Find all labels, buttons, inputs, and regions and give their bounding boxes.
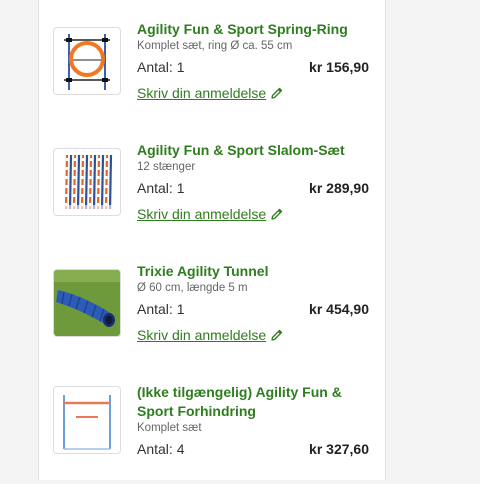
write-review-label[interactable]: Skriv din anmeldelse [137, 327, 266, 343]
write-review-link[interactable]: Skriv din anmeldelse [137, 84, 284, 102]
product-description: 12 stænger [137, 161, 196, 173]
price-label: kr 156,90 [309, 59, 369, 75]
write-review-label[interactable]: Skriv din anmeldelse [137, 85, 266, 101]
order-items-panel: Agility Fun & Sport Spring-Ring Komplet … [38, 0, 386, 480]
product-name[interactable]: Agility Fun & Sport Spring-Ring [137, 20, 375, 39]
agility-ring-image[interactable] [53, 27, 121, 95]
price-label: kr 454,90 [309, 301, 369, 317]
quantity-label: Antal: 1 [137, 180, 185, 196]
price-label: kr 289,90 [309, 180, 369, 196]
product-description: Ø 60 cm, længde 5 m [137, 282, 248, 294]
tunnel-image[interactable] [53, 269, 121, 337]
product-name[interactable]: Agility Fun & Sport Slalom-Sæt [137, 141, 375, 160]
write-review-label[interactable]: Skriv din anmeldelse [137, 206, 266, 222]
order-item: (Ikke tilgængelig) Agility Fun & Sport F… [39, 363, 385, 484]
write-review-link[interactable]: Skriv din anmeldelse [137, 326, 284, 344]
quantity-label: Antal: 4 [137, 441, 185, 457]
pencil-icon[interactable] [270, 328, 284, 342]
quantity-label: Antal: 1 [137, 301, 185, 317]
pencil-icon[interactable] [270, 207, 284, 221]
order-item: Agility Fun & Sport Slalom-Sæt 12 stænge… [39, 121, 385, 242]
product-description: Komplet sæt [137, 422, 202, 434]
write-review-link[interactable]: Skriv din anmeldelse [137, 205, 284, 223]
product-name[interactable]: Trixie Agility Tunnel [137, 262, 375, 281]
order-item: Trixie Agility Tunnel Ø 60 cm, længde 5 … [39, 242, 385, 363]
hurdle-image[interactable] [53, 386, 121, 454]
quantity-label: Antal: 1 [137, 59, 185, 75]
product-name[interactable]: (Ikke tilgængelig) Agility Fun & Sport F… [137, 383, 375, 421]
product-description: Komplet sæt, ring Ø ca. 55 cm [137, 40, 293, 52]
order-item: Agility Fun & Sport Spring-Ring Komplet … [39, 0, 385, 121]
price-label: kr 327,60 [309, 441, 369, 457]
slalom-poles-image[interactable] [53, 148, 121, 216]
pencil-icon[interactable] [270, 86, 284, 100]
